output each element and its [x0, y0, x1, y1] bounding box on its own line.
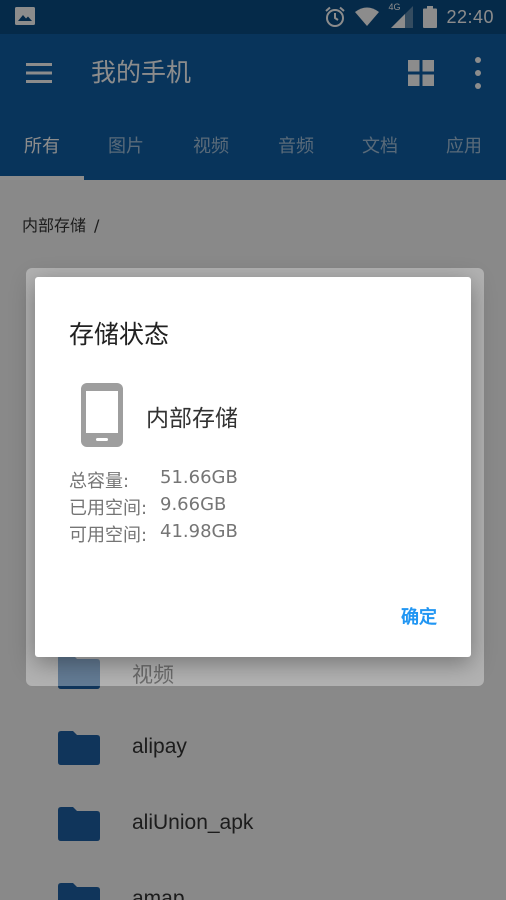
- stat-label: 已用空间:: [69, 498, 148, 519]
- stat-value: 51.66GB: [160, 467, 238, 488]
- stat-label: 总容量:: [69, 471, 130, 492]
- confirm-button[interactable]: 确定: [401, 603, 437, 629]
- storage-status-dialog: 存储状态 内部存储 总容量: 51.66GB 已用空间: 9.66GB 可用空间…: [35, 277, 471, 657]
- phone-storage-icon: [81, 383, 123, 447]
- available-space-row: 可用空间: 41.98GB: [69, 521, 238, 547]
- stat-value: 9.66GB: [160, 494, 227, 515]
- stat-value: 41.98GB: [160, 521, 238, 542]
- storage-name: 内部存储: [146, 406, 238, 432]
- dialog-title: 存储状态: [69, 320, 170, 349]
- stat-label: 可用空间:: [69, 525, 148, 546]
- used-space-row: 已用空间: 9.66GB: [69, 494, 226, 520]
- total-capacity-row: 总容量: 51.66GB: [69, 467, 238, 493]
